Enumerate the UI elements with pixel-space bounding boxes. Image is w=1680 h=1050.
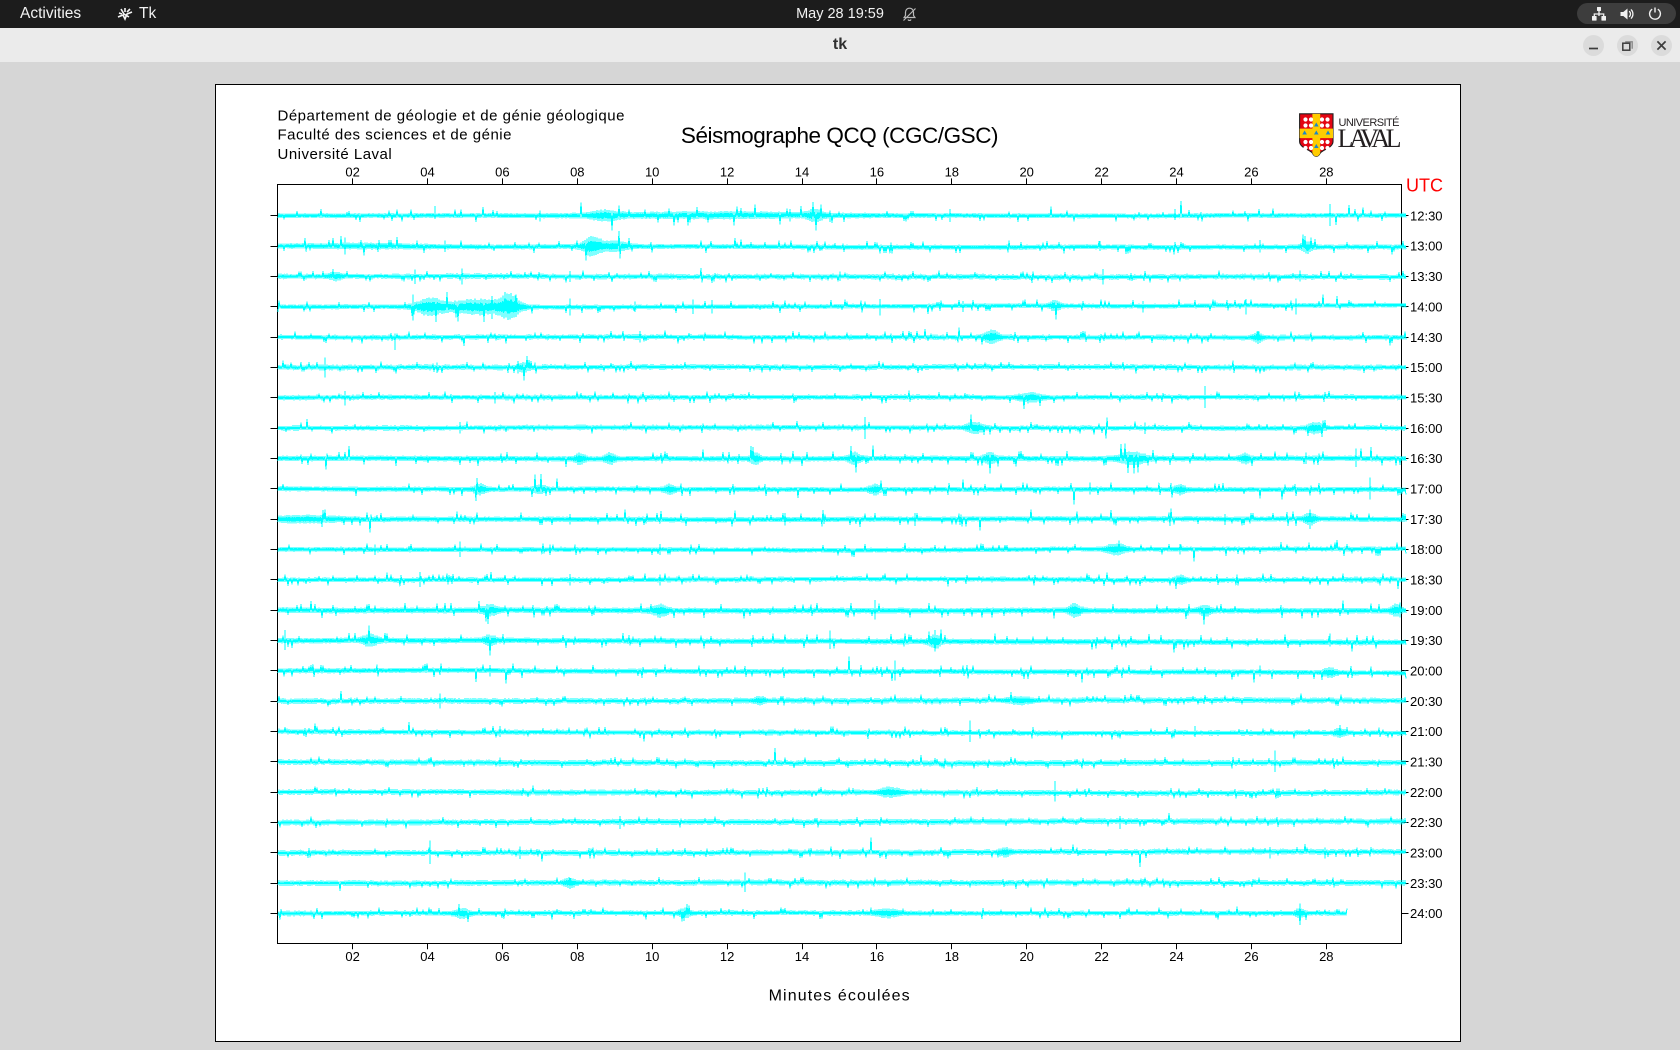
- svg-text:28: 28: [1319, 949, 1333, 964]
- svg-text:17:00: 17:00: [1410, 482, 1443, 497]
- svg-text:12: 12: [720, 949, 734, 964]
- svg-text:Université Laval: Université Laval: [278, 146, 393, 163]
- svg-text:14: 14: [795, 949, 809, 964]
- svg-text:28: 28: [1319, 165, 1333, 180]
- svg-text:16:00: 16:00: [1410, 421, 1443, 436]
- svg-text:13:30: 13:30: [1410, 269, 1443, 284]
- svg-text:20: 20: [1019, 949, 1033, 964]
- svg-text:Département de géologie et de: Département de géologie et de génie géol…: [278, 108, 625, 125]
- svg-text:18:00: 18:00: [1410, 542, 1443, 557]
- svg-text:22:30: 22:30: [1410, 815, 1443, 830]
- svg-text:06: 06: [495, 165, 509, 180]
- svg-text:21:30: 21:30: [1410, 755, 1443, 770]
- svg-text:08: 08: [570, 165, 584, 180]
- svg-text:16: 16: [870, 949, 884, 964]
- svg-text:13:00: 13:00: [1410, 239, 1443, 254]
- svg-text:23:00: 23:00: [1410, 846, 1443, 861]
- svg-text:20: 20: [1019, 165, 1033, 180]
- svg-text:10: 10: [645, 165, 659, 180]
- svg-text:06: 06: [495, 949, 509, 964]
- svg-text:18: 18: [945, 949, 959, 964]
- svg-text:26: 26: [1244, 949, 1258, 964]
- svg-text:12: 12: [720, 165, 734, 180]
- svg-text:24:00: 24:00: [1410, 906, 1443, 921]
- svg-text:UTC: UTC: [1406, 176, 1443, 196]
- svg-text:16:30: 16:30: [1410, 451, 1443, 466]
- svg-text:22: 22: [1094, 165, 1108, 180]
- svg-text:Minutes écoulées: Minutes écoulées: [769, 988, 911, 1005]
- svg-text:04: 04: [420, 165, 434, 180]
- svg-text:23:30: 23:30: [1410, 876, 1443, 891]
- svg-text:17:30: 17:30: [1410, 512, 1443, 527]
- svg-text:16: 16: [870, 165, 884, 180]
- svg-text:LAVAL: LAVAL: [1338, 124, 1402, 153]
- svg-text:10: 10: [645, 949, 659, 964]
- svg-text:08: 08: [570, 949, 584, 964]
- svg-text:26: 26: [1244, 165, 1258, 180]
- svg-text:20:00: 20:00: [1410, 664, 1443, 679]
- svg-text:24: 24: [1169, 165, 1183, 180]
- svg-text:14:00: 14:00: [1410, 299, 1443, 314]
- svg-text:21:00: 21:00: [1410, 724, 1443, 739]
- svg-text:22:00: 22:00: [1410, 785, 1443, 800]
- svg-text:18: 18: [945, 165, 959, 180]
- svg-text:12:30: 12:30: [1410, 208, 1443, 223]
- svg-text:14: 14: [795, 165, 809, 180]
- svg-text:04: 04: [420, 949, 434, 964]
- svg-text:19:00: 19:00: [1410, 603, 1443, 618]
- svg-text:18:30: 18:30: [1410, 573, 1443, 588]
- svg-text:Séismographe QCQ (CGC/GSC): Séismographe QCQ (CGC/GSC): [681, 123, 998, 148]
- svg-text:22: 22: [1094, 949, 1108, 964]
- svg-text:24: 24: [1169, 949, 1183, 964]
- svg-text:14:30: 14:30: [1410, 330, 1443, 345]
- svg-text:15:30: 15:30: [1410, 390, 1443, 405]
- svg-text:15:00: 15:00: [1410, 360, 1443, 375]
- svg-text:02: 02: [345, 165, 359, 180]
- svg-text:Faculté des sciences et de gén: Faculté des sciences et de génie: [278, 127, 512, 144]
- svg-text:19:30: 19:30: [1410, 633, 1443, 648]
- svg-text:20:30: 20:30: [1410, 694, 1443, 709]
- svg-text:02: 02: [345, 949, 359, 964]
